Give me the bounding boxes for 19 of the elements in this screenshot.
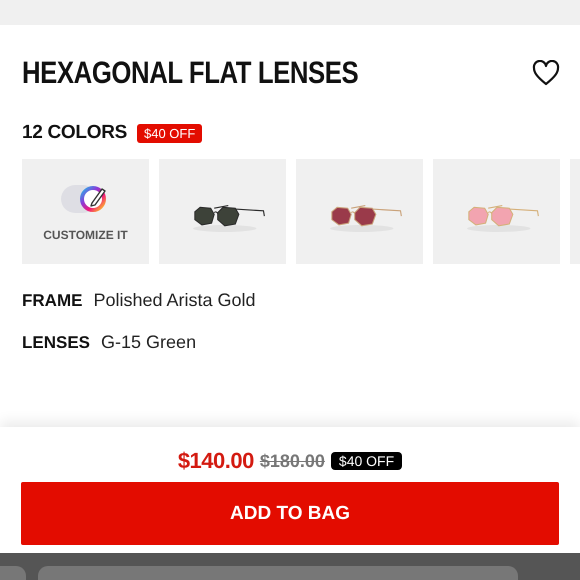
tab-button[interactable]	[0, 566, 26, 580]
customize-tile[interactable]: CUSTOMIZE IT	[22, 159, 149, 264]
spec-value: Polished Arista Gold	[93, 290, 256, 311]
add-to-bag-button[interactable]: ADD TO BAG	[21, 482, 559, 545]
sale-price: $140.00	[178, 448, 254, 474]
color-swatch[interactable]	[159, 159, 286, 264]
color-swatch[interactable]	[296, 159, 423, 264]
spec-value: G-15 Green	[101, 332, 196, 353]
customize-label: CUSTOMIZE IT	[43, 228, 128, 242]
discount-badge: $40 OFF	[137, 124, 202, 142]
heart-icon[interactable]	[532, 60, 560, 86]
spec-label: FRAME	[22, 291, 82, 311]
original-price: $180.00	[260, 450, 325, 472]
address-bar[interactable]	[38, 566, 518, 580]
discount-badge: $40 OFF	[330, 452, 402, 470]
spec-label: LENSES	[22, 333, 90, 353]
color-swatch[interactable]	[433, 159, 560, 264]
product-title: HEXAGONAL FLAT LENSES	[22, 55, 358, 91]
colors-count: 12 COLORS	[22, 122, 127, 144]
